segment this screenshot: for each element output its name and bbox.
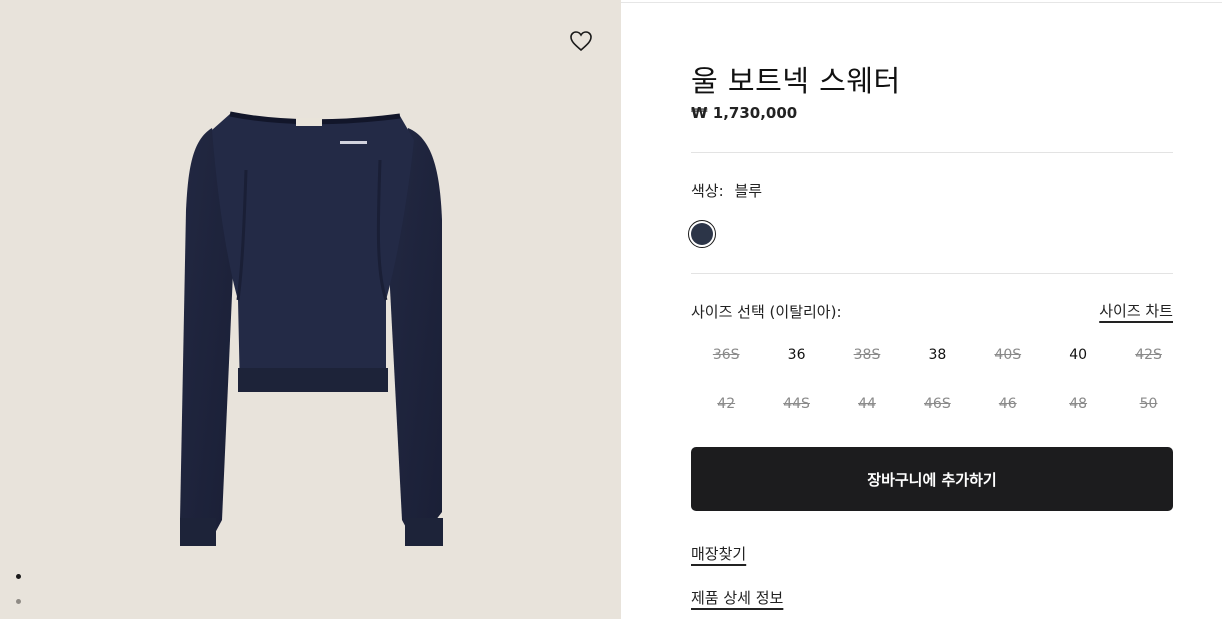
size-option[interactable]: 36S: [691, 339, 761, 388]
product-details-link[interactable]: 제품 상세 정보: [691, 587, 783, 608]
size-option[interactable]: 44S: [761, 388, 831, 437]
size-option[interactable]: 46: [973, 388, 1043, 437]
sweater-image: [180, 111, 443, 546]
gallery-pagination: [16, 574, 21, 619]
size-option[interactable]: 38S: [832, 339, 902, 388]
size-chart-link[interactable]: 사이즈 차트: [1099, 300, 1173, 321]
size-option[interactable]: 42: [691, 388, 761, 437]
product-info-panel: 울 보트넥 스웨터 ₩ 1,730,000 색상: 블루 사이즈 선택 (이탈리…: [688, 0, 1173, 619]
product-image-gallery[interactable]: [0, 0, 621, 619]
color-swatch-blue[interactable]: [688, 220, 716, 248]
size-option[interactable]: 42S: [1113, 339, 1183, 388]
size-select-label: 사이즈 선택 (이탈리아):: [691, 303, 842, 321]
size-option[interactable]: 44: [832, 388, 902, 437]
size-option[interactable]: 38: [902, 339, 972, 388]
divider: [691, 273, 1173, 274]
color-selection-label: 색상: 블루: [691, 180, 762, 201]
find-store-link[interactable]: 매장찾기: [691, 543, 746, 564]
size-option[interactable]: 46S: [902, 388, 972, 437]
gallery-dot-1[interactable]: [16, 574, 21, 579]
size-option[interactable]: 36: [761, 339, 831, 388]
size-option[interactable]: 50: [1113, 388, 1183, 437]
heart-icon[interactable]: [569, 30, 593, 52]
color-value: 블루: [734, 182, 763, 200]
add-to-cart-button[interactable]: 장바구니에 추가하기: [691, 447, 1173, 511]
size-option[interactable]: 40: [1043, 339, 1113, 388]
size-option[interactable]: 40S: [973, 339, 1043, 388]
size-option[interactable]: 48: [1043, 388, 1113, 437]
product-price: ₩ 1,730,000: [691, 104, 798, 122]
size-options: 36S 36 38S 38 40S 40 42S 42 44S 44 46S 46 48 50: [691, 339, 1185, 437]
divider: [691, 152, 1173, 153]
gallery-dot-2[interactable]: [16, 599, 21, 604]
color-label: 색상:: [691, 182, 724, 200]
product-title: 울 보트넥 스웨터: [691, 64, 901, 98]
